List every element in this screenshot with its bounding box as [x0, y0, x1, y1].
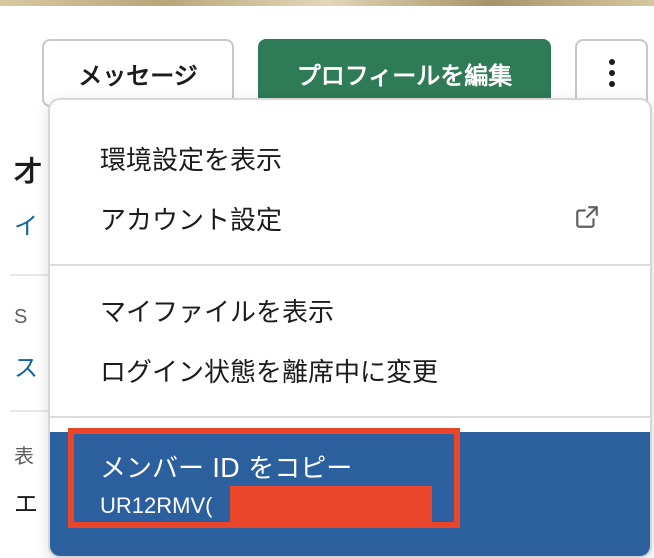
edit-profile-button[interactable]: プロフィールを編集	[258, 39, 551, 107]
menu-divider	[50, 264, 650, 266]
background-value-fragment: ス	[14, 355, 38, 382]
background-label-fragment: S	[14, 306, 28, 328]
background-divider	[10, 410, 50, 412]
message-button[interactable]: メッセージ	[42, 39, 234, 107]
background-value-fragment-2: エ	[14, 491, 38, 518]
background-link-fragment: イ	[14, 213, 38, 240]
menu-item-view-my-files[interactable]: マイファイルを表示	[100, 292, 334, 329]
menu-item-set-away[interactable]: ログイン状態を離席中に変更	[100, 352, 438, 389]
header-banner-strip	[0, 0, 654, 6]
menu-item-account-settings[interactable]: アカウント設定	[100, 200, 282, 237]
message-button-label: メッセージ	[78, 61, 198, 90]
background-label-fragment-2: 表	[14, 446, 34, 468]
menu-divider	[50, 416, 650, 418]
edit-profile-button-label: プロフィールを編集	[296, 61, 513, 90]
external-link-icon	[576, 206, 598, 228]
annotation-highlight-box	[68, 428, 460, 528]
menu-item-view-preferences[interactable]: 環境設定を表示	[100, 140, 282, 177]
kebab-vertical-icon	[608, 59, 615, 87]
background-name-fragment: 才	[14, 156, 43, 187]
background-divider	[10, 274, 50, 276]
more-options-button[interactable]	[575, 39, 648, 107]
